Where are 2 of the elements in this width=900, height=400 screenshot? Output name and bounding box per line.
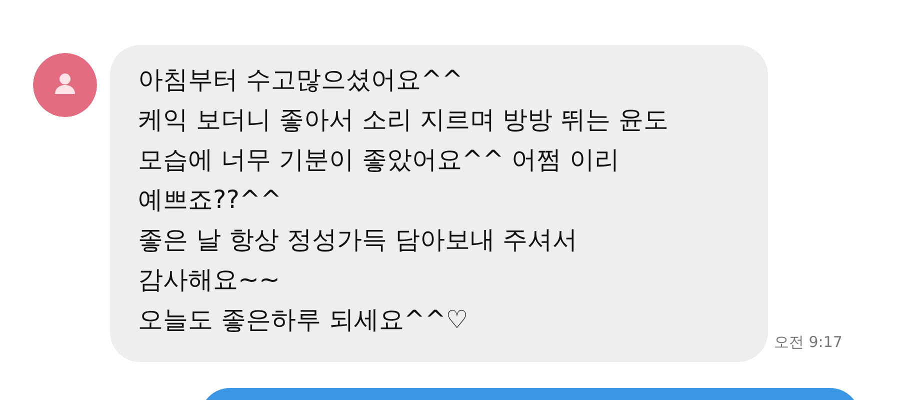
message-time: 오전 9:17 bbox=[774, 333, 842, 352]
message-text: 아침부터 수고많으셨어요^^ 케익 보더니 좋아서 소리 지르며 방방 뛰는 윤도 모습에 너무 기분이 좋았어요^^ 어쩜 이리 예쁘죠??^^ 좋은 날 항상 정성가득 담아보내 주셔서 감사해요~~ 오늘도 좋은하루 되세요^^♡ bbox=[138, 64, 670, 336]
